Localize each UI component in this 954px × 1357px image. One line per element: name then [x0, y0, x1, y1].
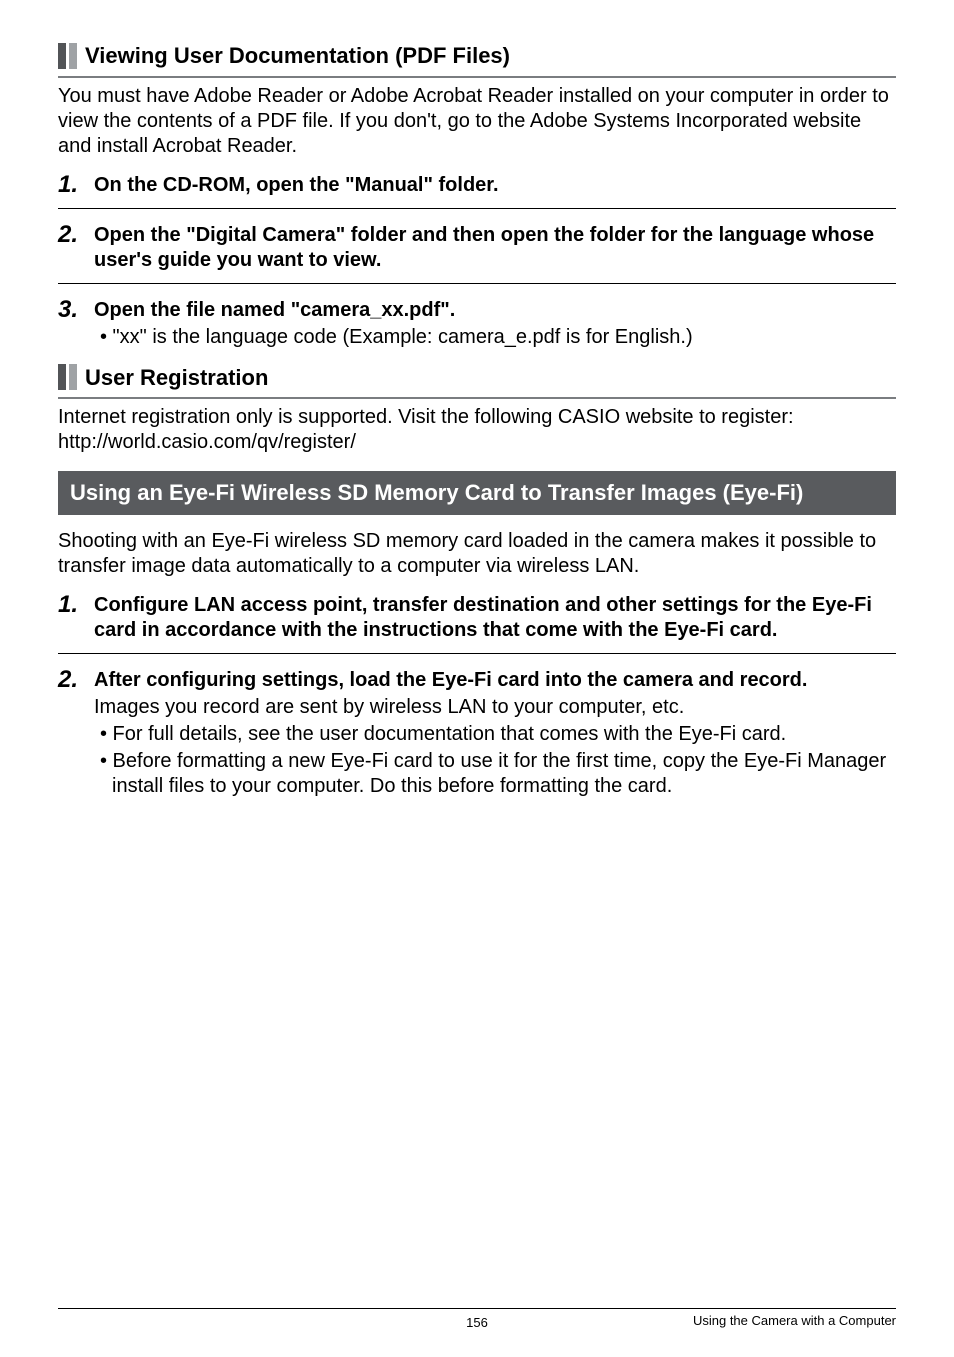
sec2-body-1: Internet registration only is supported.…	[58, 405, 896, 430]
step-number: 1.	[58, 173, 88, 198]
heading-title: Viewing User Documentation (PDF Files)	[85, 42, 510, 70]
heading-underline	[58, 76, 896, 78]
heading-user-registration: User Registration	[58, 364, 896, 392]
sec1-step2: 2. Open the "Digital Camera" folder and …	[58, 223, 896, 279]
heading-title: User Registration	[85, 364, 268, 392]
step-text: Open the "Digital Camera" folder and the…	[94, 223, 896, 273]
sec1-step1: 1. On the CD-ROM, open the "Manual" fold…	[58, 173, 896, 204]
heading-viewing-docs: Viewing User Documentation (PDF Files)	[58, 42, 896, 70]
step-number: 1.	[58, 593, 88, 643]
step-number: 2.	[58, 223, 88, 273]
sec3-intro: Shooting with an Eye-Fi wireless SD memo…	[58, 529, 896, 579]
step-bullet: • "xx" is the language code (Example: ca…	[94, 325, 896, 350]
step-number: 2.	[58, 668, 88, 799]
heading-bars-icon	[58, 43, 77, 69]
step-bullet-2: • Before formatting a new Eye-Fi card to…	[94, 749, 896, 799]
page-footer: 156 Using the Camera with a Computer	[58, 1308, 896, 1329]
page-number: 156	[58, 1315, 896, 1331]
step-text: On the CD-ROM, open the "Manual" folder.	[94, 173, 499, 198]
step-text: Open the file named "camera_xx.pdf".	[94, 298, 896, 323]
heading-underline	[58, 397, 896, 399]
sec3-step2: 2. After configuring settings, load the …	[58, 668, 896, 805]
step-number: 3.	[58, 298, 88, 350]
step-bullet-1: • For full details, see the user documen…	[94, 722, 896, 747]
step-desc: Images you record are sent by wireless L…	[94, 695, 896, 720]
heading-bars-icon	[58, 364, 77, 390]
sec2-body-2: http://world.casio.com/qv/register/	[58, 430, 896, 455]
sec1-intro: You must have Adobe Reader or Adobe Acro…	[58, 84, 896, 159]
section-eye-fi-heading: Using an Eye-Fi Wireless SD Memory Card …	[58, 471, 896, 515]
sec3-step1: 1. Configure LAN access point, transfer …	[58, 593, 896, 649]
step-separator	[58, 208, 896, 209]
step-text: After configuring settings, load the Eye…	[94, 668, 896, 693]
sec1-step3: 3. Open the file named "camera_xx.pdf". …	[58, 298, 896, 350]
step-separator	[58, 653, 896, 654]
step-separator	[58, 283, 896, 284]
step-text: Configure LAN access point, transfer des…	[94, 593, 896, 643]
